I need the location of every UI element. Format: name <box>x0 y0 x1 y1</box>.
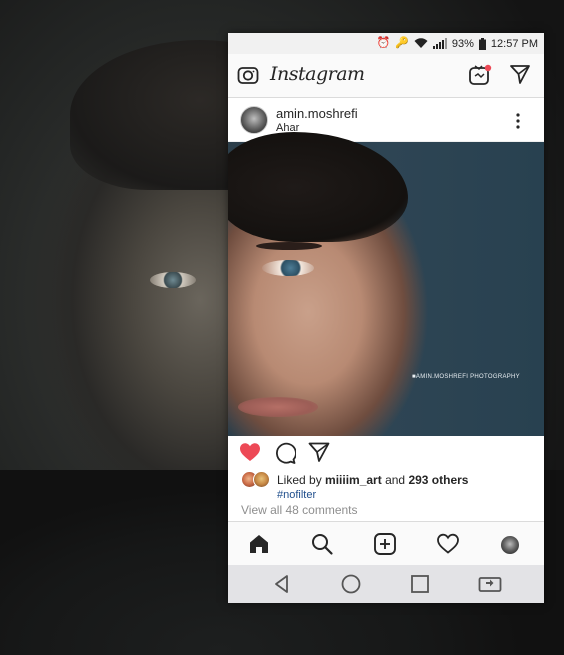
profile-avatar[interactable] <box>501 536 519 554</box>
likes-and: and <box>381 473 409 487</box>
notification-dot <box>484 64 492 72</box>
avatar[interactable] <box>240 106 268 134</box>
battery-percent: 93% <box>451 37 474 50</box>
photo-watermark: ■AMIN.MOSHREFI PHOTOGRAPHY <box>412 374 520 380</box>
rotate-screen-icon[interactable] <box>478 573 502 595</box>
igtv-icon[interactable] <box>468 63 492 87</box>
bottom-nav <box>228 521 544 565</box>
alarm-icon: ⏰ <box>376 37 391 49</box>
background-eye <box>150 272 196 288</box>
battery-icon <box>478 37 486 50</box>
image-hair <box>228 132 408 242</box>
more-options-icon[interactable] <box>514 111 522 131</box>
image-eye <box>262 260 314 276</box>
comment-icon[interactable] <box>274 442 296 464</box>
liker-avatar <box>253 471 270 488</box>
app-header: Instagram <box>228 54 544 98</box>
home-circle-icon[interactable] <box>340 573 362 595</box>
likes-others[interactable]: 293 others <box>408 473 468 487</box>
add-post-icon[interactable] <box>373 532 397 556</box>
instagram-logo: Instagram <box>270 63 365 85</box>
phone-screen: ⏰ 🔑 93% 12:57 PM Instagram amin.moshrefi… <box>228 33 544 603</box>
like-heart-icon[interactable] <box>239 442 261 462</box>
likes-summary[interactable]: Liked by miiiim_art and 293 others <box>277 473 468 487</box>
key-icon: 🔑 <box>395 37 409 49</box>
signal-icon <box>432 38 447 49</box>
image-lips <box>238 397 318 417</box>
likes-row: Liked by miiiim_art and 293 others <box>228 470 544 490</box>
clock: 12:57 PM <box>490 37 538 50</box>
activity-heart-icon[interactable] <box>436 532 460 556</box>
liked-by-user[interactable]: miiiim_art <box>325 473 382 487</box>
image-eyebrow <box>256 242 322 250</box>
post-image[interactable]: ■AMIN.MOSHREFI PHOTOGRAPHY <box>228 132 544 436</box>
share-icon[interactable] <box>308 442 330 462</box>
search-icon[interactable] <box>310 532 334 556</box>
status-bar: ⏰ 🔑 93% 12:57 PM <box>228 33 544 54</box>
recents-icon[interactable] <box>409 573 431 595</box>
camera-icon[interactable] <box>237 64 259 86</box>
android-navigation-bar <box>228 565 544 603</box>
likes-prefix: Liked by <box>277 473 326 487</box>
back-icon[interactable] <box>271 573 293 595</box>
direct-message-icon[interactable] <box>509 63 531 85</box>
post-username[interactable]: amin.moshrefi <box>276 106 358 121</box>
caption-hashtag[interactable]: #nofilter <box>277 489 316 501</box>
wifi-icon <box>414 38 428 48</box>
home-icon[interactable] <box>247 532 271 556</box>
view-all-comments-link[interactable]: View all 48 comments <box>241 503 358 517</box>
liker-avatars[interactable] <box>241 471 273 488</box>
post-actions <box>228 436 544 468</box>
